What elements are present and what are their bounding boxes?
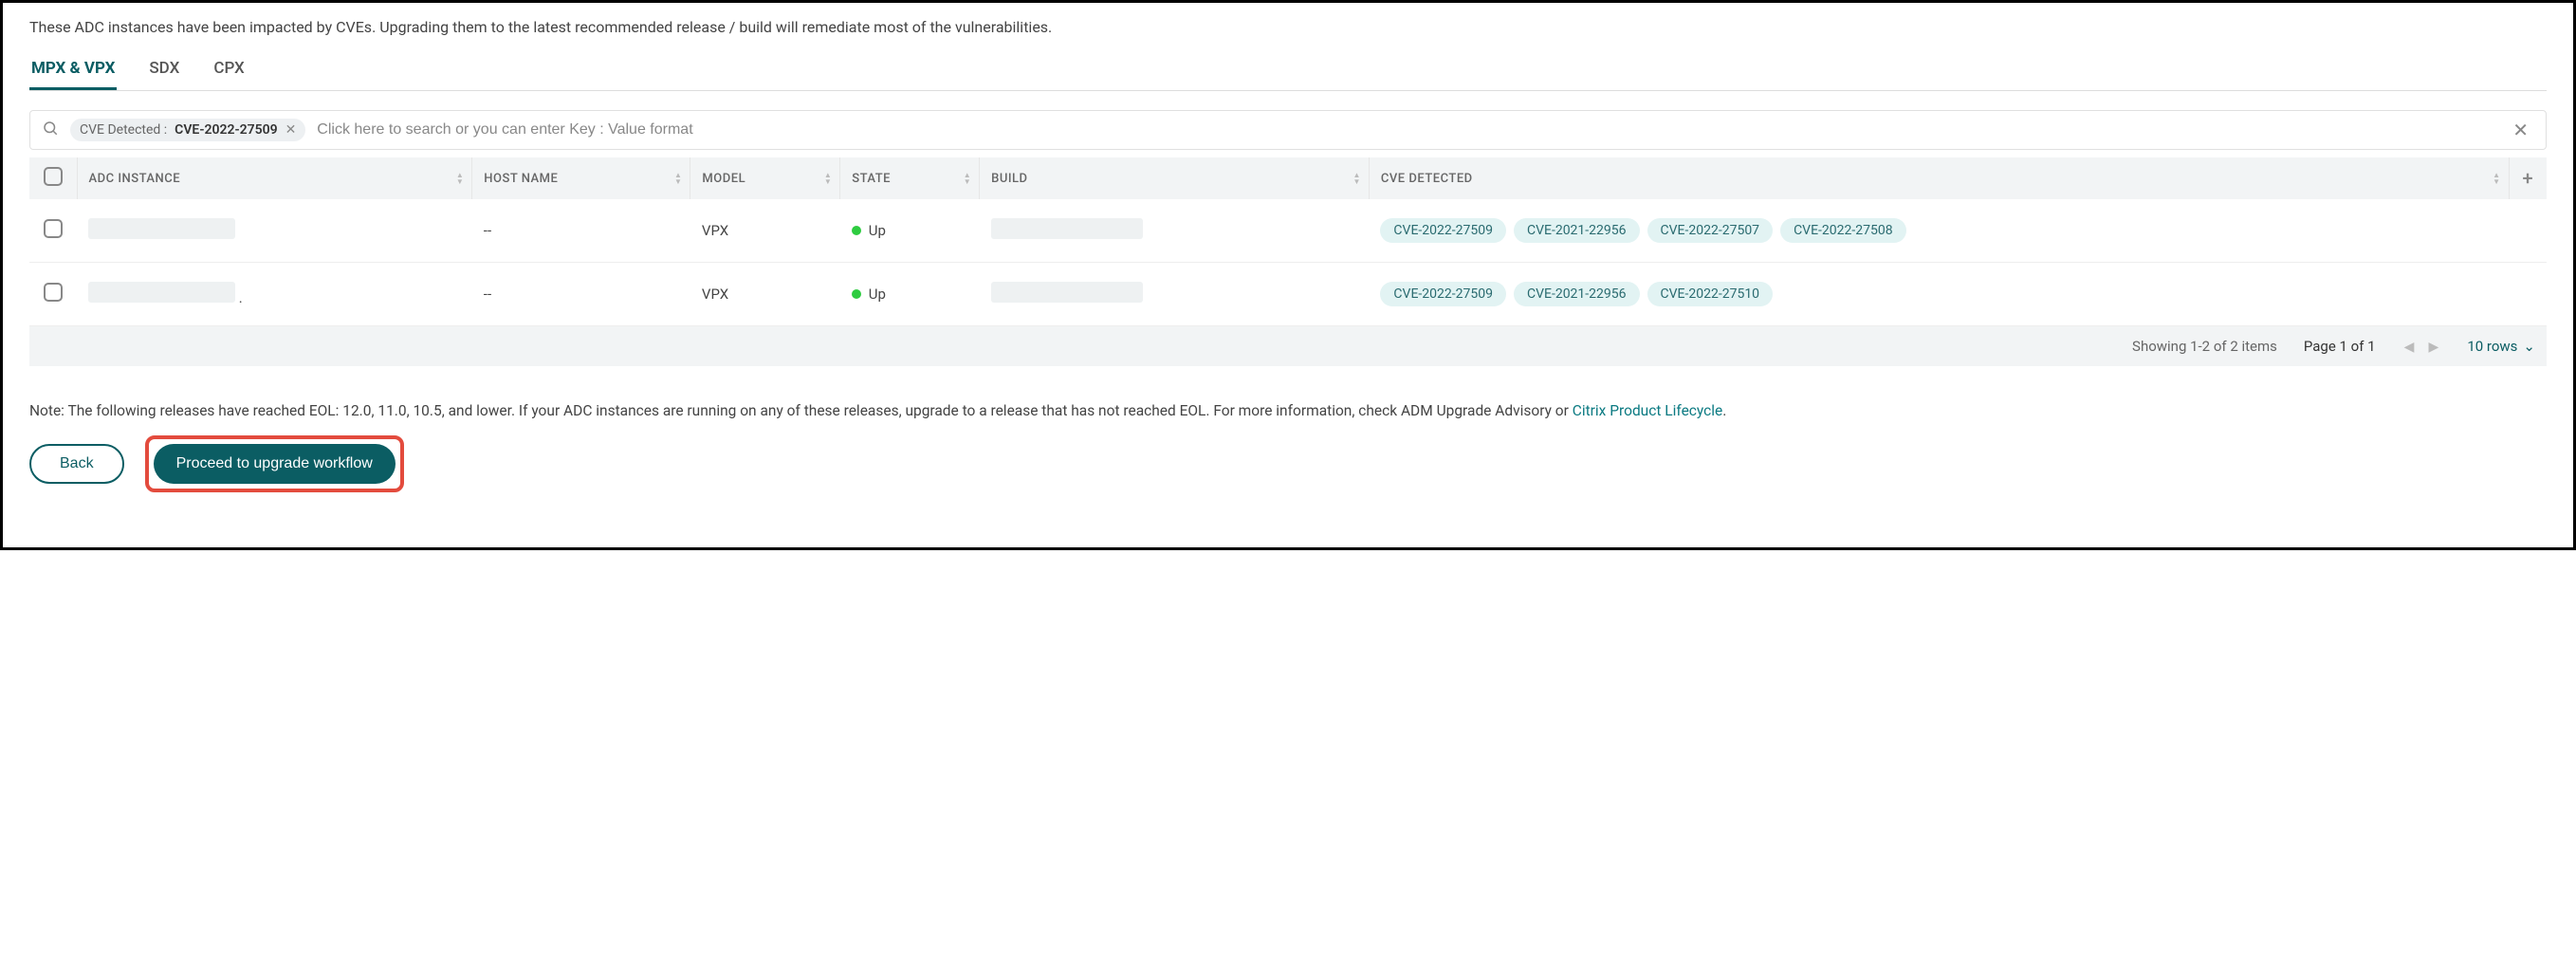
action-buttons: Back Proceed to upgrade workflow	[29, 435, 2547, 492]
clear-search-icon[interactable]: ✕	[2507, 119, 2534, 141]
cve-pill[interactable]: CVE-2022-27507	[1647, 218, 1774, 243]
cell-host-name: --	[472, 263, 690, 326]
state-label: Up	[869, 286, 886, 303]
header-build-label: BUILD	[991, 172, 1027, 186]
cell-model: VPX	[690, 199, 840, 263]
cell-cve-detected: CVE-2022-27509 CVE-2021-22956 CVE-2022-2…	[1369, 263, 2547, 326]
table-body: -- VPX Up CVE-2022-27509 CVE-2021-22956 …	[29, 199, 2547, 366]
sort-icon[interactable]: ▲▼	[1353, 172, 1361, 185]
header-adc-instance[interactable]: ADC INSTANCE ▲▼	[77, 157, 472, 199]
cve-pill[interactable]: CVE-2022-27509	[1380, 282, 1506, 306]
header-model-label: MODEL	[702, 172, 745, 186]
cve-pill[interactable]: CVE-2022-27508	[1780, 218, 1906, 243]
cell-adc-instance	[77, 199, 472, 263]
header-model[interactable]: MODEL ▲▼	[690, 157, 840, 199]
adc-table: ADC INSTANCE ▲▼ HOST NAME ▲▼ MODEL ▲▼ ST…	[29, 157, 2547, 366]
filter-chip-value: CVE-2022-27509	[175, 122, 277, 138]
cell-model: VPX	[690, 263, 840, 326]
note-text: Note: The following releases have reache…	[29, 402, 1573, 419]
cell-build	[980, 199, 1370, 263]
add-column-button[interactable]: +	[2509, 157, 2547, 199]
cell-build	[980, 263, 1370, 326]
tabs-container: MPX & VPX SDX CPX	[29, 53, 2547, 91]
rows-per-page-selector[interactable]: 10 rows ⌄	[2467, 338, 2535, 355]
header-cve-detected[interactable]: CVE DETECTED ▲▼	[1369, 157, 2509, 199]
sort-icon[interactable]: ▲▼	[824, 172, 832, 185]
select-all-checkbox[interactable]	[44, 167, 63, 186]
pager-page: Page 1 of 1	[2304, 338, 2376, 355]
note-text-end: .	[1722, 402, 1726, 419]
pager-prev-icon[interactable]: ◀	[2402, 340, 2417, 355]
sort-icon[interactable]: ▲▼	[674, 172, 682, 185]
cell-state: Up	[840, 199, 980, 263]
cve-pill[interactable]: CVE-2022-27510	[1647, 282, 1774, 306]
cell-cve-detected: CVE-2022-27509 CVE-2021-22956 CVE-2022-2…	[1369, 199, 2547, 263]
eol-note: Note: The following releases have reache…	[29, 400, 2547, 422]
cve-pill[interactable]: CVE-2021-22956	[1514, 218, 1640, 243]
sort-icon[interactable]: ▲▼	[964, 172, 971, 185]
search-icon	[42, 120, 59, 140]
tab-mpx-vpx[interactable]: MPX & VPX	[29, 53, 117, 90]
header-checkbox-cell	[29, 157, 77, 199]
pager-next-icon[interactable]: ▶	[2427, 340, 2441, 355]
tab-sdx[interactable]: SDX	[147, 53, 181, 90]
row-checkbox[interactable]	[44, 219, 63, 238]
header-state-label: STATE	[852, 172, 891, 186]
status-up-icon	[852, 289, 861, 299]
cve-pill[interactable]: CVE-2022-27509	[1380, 218, 1506, 243]
pager-row: Showing 1-2 of 2 items Page 1 of 1 ◀ ▶ 1…	[29, 326, 2547, 367]
filter-chip-cve-detected: CVE Detected : CVE-2022-27509 ✕	[70, 119, 305, 141]
sort-icon[interactable]: ▲▼	[2493, 172, 2500, 185]
rows-per-page-label: 10 rows	[2467, 338, 2517, 355]
search-bar: CVE Detected : CVE-2022-27509 ✕ ✕	[29, 110, 2547, 150]
header-host-name[interactable]: HOST NAME ▲▼	[472, 157, 690, 199]
header-build[interactable]: BUILD ▲▼	[980, 157, 1370, 199]
sort-icon[interactable]: ▲▼	[456, 172, 464, 185]
highlight-frame: Proceed to upgrade workflow	[145, 435, 404, 492]
cell-adc-instance: .	[77, 263, 472, 326]
header-adc-instance-label: ADC INSTANCE	[89, 172, 181, 186]
search-input[interactable]	[317, 121, 2495, 138]
header-host-name-label: HOST NAME	[484, 172, 558, 186]
cve-pill[interactable]: CVE-2021-22956	[1514, 282, 1640, 306]
cell-state: Up	[840, 263, 980, 326]
proceed-upgrade-button[interactable]: Proceed to upgrade workflow	[154, 444, 396, 484]
back-button[interactable]: Back	[29, 444, 124, 484]
tab-cpx[interactable]: CPX	[212, 53, 246, 90]
filter-chip-label: CVE Detected :	[80, 122, 167, 138]
row-checkbox[interactable]	[44, 283, 63, 302]
intro-text: These ADC instances have been impacted b…	[29, 18, 2547, 36]
table-row: . -- VPX Up CVE-2022-27509 CVE-2021-2295…	[29, 263, 2547, 326]
state-label: Up	[869, 222, 886, 239]
chevron-down-icon: ⌄	[2523, 338, 2535, 355]
header-cve-detected-label: CVE DETECTED	[1381, 172, 1473, 186]
header-state[interactable]: STATE ▲▼	[840, 157, 980, 199]
pager-showing: Showing 1-2 of 2 items	[2132, 338, 2277, 355]
cell-host-name: --	[472, 199, 690, 263]
product-lifecycle-link[interactable]: Citrix Product Lifecycle	[1573, 402, 1723, 419]
status-up-icon	[852, 226, 861, 235]
table-row: -- VPX Up CVE-2022-27509 CVE-2021-22956 …	[29, 199, 2547, 263]
filter-chip-remove-icon[interactable]: ✕	[285, 122, 297, 138]
